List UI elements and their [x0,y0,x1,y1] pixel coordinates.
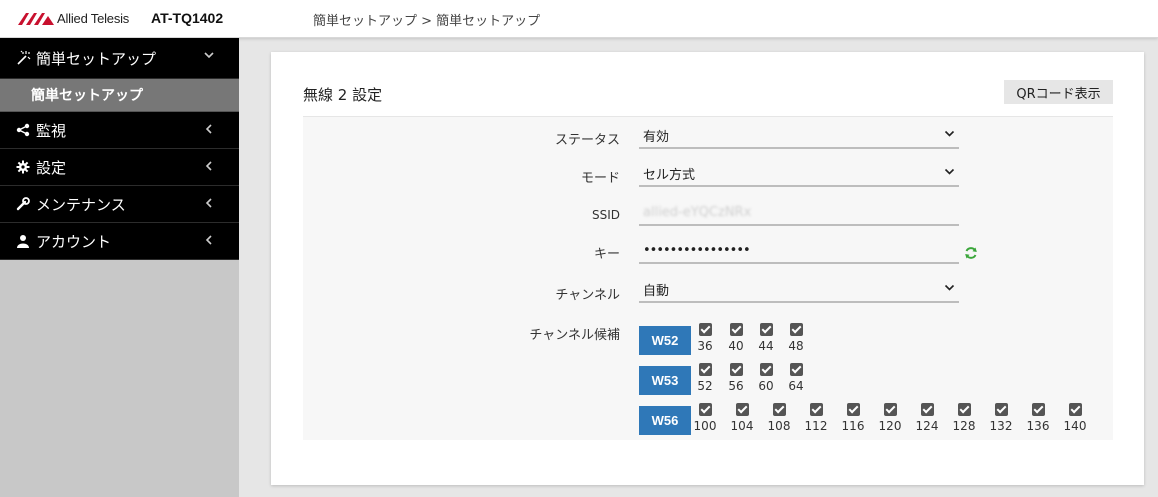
settings-form: ステータス モード SSID キー チャンネル チャンネル候補 有効 セル方式 … [303,116,1113,440]
key-input[interactable]: •••••••••••••••• [639,238,959,264]
checkbox-checked-icon [698,323,712,336]
sidebar-item-maintenance[interactable]: メンテナンス [0,186,239,223]
channel-checkbox[interactable]: 104 [727,403,757,433]
share-icon [14,121,32,139]
checkbox-checked-icon [994,403,1008,416]
brand-logo[interactable]: Allied Telesis [18,11,129,26]
band-w52-button[interactable]: W52 [639,326,691,355]
chevron-left-icon [203,123,215,135]
gear-icon [14,158,32,176]
channel-checkbox[interactable]: 112 [801,403,831,433]
key-label: キー [593,247,620,262]
logo-text: Allied Telesis [57,11,130,26]
checkbox-checked-icon [789,323,803,336]
sidebar-item-settings[interactable]: 設定 [0,149,239,186]
sidebar-subitem-easy-setup[interactable]: 簡単セットアップ [0,79,239,112]
sidebar-item-label: アカウント [36,232,112,251]
refresh-icon[interactable] [964,246,978,260]
show-qr-code-button[interactable]: QRコード表示 [1004,80,1113,104]
band-w53-button[interactable]: W53 [639,366,691,395]
status-select[interactable]: 有効 [639,123,959,149]
chevron-left-icon [203,234,215,246]
band-w56-button[interactable]: W56 [639,406,691,435]
channel-checkbox[interactable]: 44 [751,323,781,353]
checkbox-checked-icon [735,403,749,416]
wireless-settings-panel: 無線 2 設定 QRコード表示 ステータス モード SSID キー チャンネル … [271,52,1144,485]
user-icon [14,232,32,250]
wand-icon [14,49,32,67]
checkbox-checked-icon [789,363,803,376]
checkbox-checked-icon [1031,403,1045,416]
channel-checkbox[interactable]: 52 [690,363,720,393]
breadcrumb: 簡単セットアップ > 簡単セットアップ [313,14,541,29]
checkbox-checked-icon [957,403,971,416]
sidebar-item-easy-setup[interactable]: 簡単セットアップ [0,38,239,79]
ssid-input[interactable]: allied-eYQCzNRx [639,200,959,226]
checkbox-checked-icon [809,403,823,416]
channel-select[interactable]: 自動 [639,277,959,303]
channel-checkbox[interactable]: 136 [1023,403,1053,433]
checkbox-checked-icon [759,323,773,336]
channel-checkbox[interactable]: 64 [781,363,811,393]
checkbox-checked-icon [759,363,773,376]
sidebar-item-label: 監視 [36,121,67,140]
mode-value: セル方式 [643,167,696,183]
checkbox-checked-icon [698,363,712,376]
checkbox-checked-icon [772,403,786,416]
sidebar-item-label: 簡単セットアップ [36,49,157,68]
channel-checkbox[interactable]: 132 [986,403,1016,433]
channel-value: 自動 [643,283,670,299]
channel-label: チャンネル [555,288,620,303]
channel-checkbox[interactable]: 40 [721,323,751,353]
chevron-left-icon [203,197,215,209]
channel-checkbox[interactable]: 100 [690,403,720,433]
sidebar-item-label: 設定 [36,158,67,177]
wrench-icon [14,195,32,213]
sidebar-item-monitor[interactable]: 監視 [0,112,239,149]
ssid-value: allied-eYQCzNRx [643,204,752,220]
checkbox-checked-icon [729,323,743,336]
model-name: AT-TQ1402 [151,10,224,26]
checkbox-checked-icon [729,363,743,376]
channel-checkbox[interactable]: 56 [721,363,751,393]
top-header: Allied Telesis AT-TQ1402 簡単セットアップ > 簡単セッ… [0,0,1158,38]
chevron-down-icon [944,166,955,180]
key-value: •••••••••••••••• [643,242,751,258]
channel-checkbox[interactable]: 48 [781,323,811,353]
sidebar-item-label: メンテナンス [36,195,126,214]
sidebar-item-account[interactable]: アカウント [0,223,239,260]
channel-checkbox[interactable]: 108 [764,403,794,433]
status-label: ステータス [554,133,620,148]
channel-checkbox[interactable]: 120 [875,403,905,433]
channel-checkbox[interactable]: 60 [751,363,781,393]
chevron-down-icon [944,282,955,296]
ssid-label: SSID [591,208,620,222]
channel-checkbox[interactable]: 116 [838,403,868,433]
status-value: 有効 [643,129,670,145]
chevron-left-icon [203,160,215,172]
chevron-down-icon [944,128,955,142]
channel-checkbox[interactable]: 124 [912,403,942,433]
mode-label: モード [580,171,620,186]
allied-telesis-logo-icon [18,12,54,25]
checkbox-checked-icon [920,403,934,416]
channel-candidates-label: チャンネル候補 [529,328,620,343]
page-title: 無線 2 設定 [303,86,383,104]
mode-select[interactable]: セル方式 [639,161,959,187]
checkbox-checked-icon [846,403,860,416]
checkbox-checked-icon [1068,403,1082,416]
channel-checkbox[interactable]: 36 [690,323,720,353]
checkbox-checked-icon [883,403,897,416]
channel-checkbox[interactable]: 140 [1060,403,1090,433]
channel-checkbox[interactable]: 128 [949,403,979,433]
checkbox-checked-icon [698,403,712,416]
sidebar: 簡単セットアップ 簡単セットアップ 監視 設定 メンテナンス アカウント [0,38,239,497]
chevron-down-icon [203,49,215,61]
